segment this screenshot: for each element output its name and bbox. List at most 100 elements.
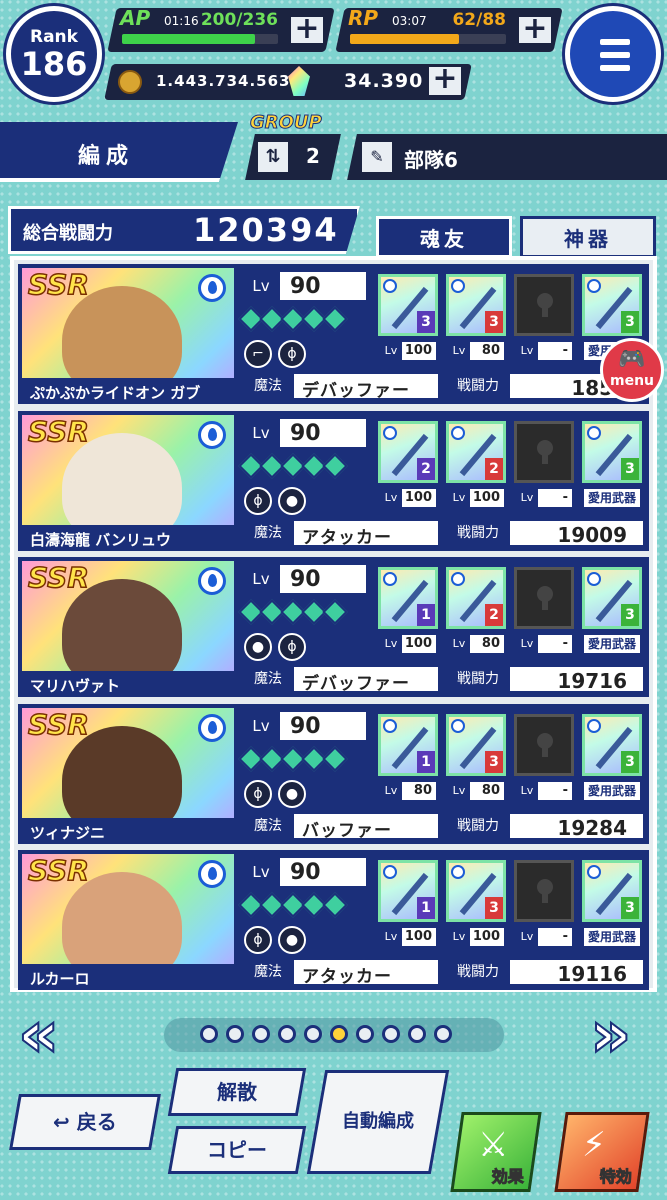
weapon-level: Lv - (514, 926, 574, 948)
awakening-stars (238, 599, 352, 625)
skill-icons: ϕ ● (244, 779, 312, 812)
equipment-slot[interactable]: 3 Lv 80 (446, 713, 506, 808)
disband-label: 解散 (217, 1080, 257, 1104)
equipment-slot[interactable]: Lv - (514, 860, 574, 954)
weapon-level: Lv 80 (446, 779, 506, 802)
weapon-level: Lv - (514, 779, 574, 802)
staff-icon: ϕ (278, 340, 306, 368)
equipment-slot[interactable]: 1 Lv 100 (378, 860, 438, 954)
lightning-icon: ⚡ (581, 1125, 606, 1165)
equipment-slot[interactable]: Lv - (514, 274, 574, 368)
skill-icons: ⌐ ϕ (244, 340, 312, 372)
equipment-slot[interactable]: 1 Lv 100 (378, 567, 438, 661)
weapon-frame: 3 (378, 274, 438, 336)
weapon-level-label: Lv (516, 781, 538, 800)
prev-page-arrow[interactable]: « (17, 1002, 82, 1068)
back-button[interactable]: ↩ 戻る (9, 1094, 161, 1150)
level-label: Lv (242, 711, 280, 740)
page-dot[interactable] (330, 1025, 348, 1043)
main-menu-button[interactable] (565, 6, 661, 102)
gold-coin-icon (118, 70, 142, 94)
weapon-level-label: Lv (380, 342, 402, 360)
ap-add-button[interactable]: + (288, 11, 326, 46)
weapon-level: Lv 100 (446, 486, 506, 509)
character-card[interactable]: SSR ぷかぷかライドオン ガブ Lv 90 ⌐ ϕ 魔法 デバッファー 戦闘力 … (18, 264, 649, 404)
weapon-level-value: 100 (404, 343, 432, 358)
card-power-box: 戦闘力 19284 (444, 811, 645, 840)
level-label: Lv (242, 272, 280, 300)
character-card[interactable]: SSR ルカーロ Lv 90 ϕ● 魔法 アタッカー 戦闘力 19116 1 (18, 850, 649, 990)
page-dot[interactable] (252, 1025, 270, 1043)
equipment-slot[interactable]: 3 Lv 100 (378, 274, 438, 368)
equipment-slot[interactable]: 2 Lv 100 (446, 420, 506, 515)
weapon-level: Lv 80 (378, 779, 438, 802)
keyhole-icon (537, 732, 553, 757)
back-label: 戻る (76, 1110, 117, 1134)
effect-label: 効果 (491, 1167, 524, 1187)
water-element-icon (587, 279, 601, 293)
page-dot[interactable] (226, 1025, 244, 1043)
equipment-slot[interactable]: 3 愛用武器 (582, 713, 642, 808)
page-dot[interactable] (382, 1025, 400, 1043)
rp-gauge (350, 34, 506, 44)
water-element-icon (383, 572, 397, 586)
staff-icon: ϕ (244, 926, 272, 954)
weapon-frame: 3 (582, 420, 642, 483)
character-card[interactable]: SSR マリハヴァト Lv 90 ● ϕ 魔法 デバッファー 戦闘力 19716 … (18, 557, 649, 697)
keyhole-icon (537, 586, 553, 610)
page-dot[interactable] (434, 1025, 452, 1043)
magic-type-value: バッファー (302, 820, 392, 841)
page-dot[interactable] (304, 1025, 322, 1043)
equipment-slot[interactable]: Lv - (514, 567, 574, 661)
level-box: Lv 90 (240, 709, 368, 742)
page-dot[interactable] (278, 1025, 296, 1043)
weapon-frame: 1 (378, 567, 438, 629)
auto-formation-button[interactable]: 自動編成 (306, 1070, 450, 1174)
equipment-slot[interactable]: 3 愛用武器 (582, 567, 642, 661)
page-dot[interactable] (356, 1025, 374, 1043)
next-page-arrow[interactable]: » (589, 1002, 654, 1068)
equipment-slot[interactable]: 2 Lv 100 (378, 420, 438, 515)
party-name-field[interactable]: ✎ 部隊6 (347, 134, 667, 180)
gem-add-button[interactable]: + (426, 61, 464, 98)
page-dot[interactable] (408, 1025, 426, 1043)
skill-icons: ϕ ● (244, 486, 312, 519)
equipment-slot[interactable]: 1 Lv 80 (378, 713, 438, 808)
weapon-level: Lv 100 (378, 486, 438, 509)
magic-type-box: 魔法 デバッファー (240, 665, 440, 694)
equipment-slot[interactable]: 2 Lv 80 (446, 567, 506, 661)
effect-button[interactable]: ⚔ 効果 (450, 1112, 542, 1192)
equipment-slot[interactable]: Lv - (514, 713, 574, 808)
awakening-stars (238, 892, 352, 918)
weapon-level-value: - (562, 489, 568, 505)
equipment-slot[interactable]: Lv - (514, 420, 574, 515)
level-label: Lv (242, 418, 280, 447)
rp-add-button[interactable]: + (516, 11, 554, 46)
water-element-icon (198, 860, 226, 888)
equipment-slot[interactable]: 3 Lv 100 (446, 860, 506, 954)
floating-menu-button[interactable]: 🎮 menu (600, 338, 664, 402)
equipment-slot[interactable]: 3 愛用武器 (582, 420, 642, 515)
level-value: 90 (290, 567, 321, 592)
disband-button[interactable]: 解散 (167, 1068, 307, 1116)
card-power-value: 19284 (557, 815, 627, 840)
page-dot[interactable] (200, 1025, 218, 1043)
pen-icon: ✎ (362, 142, 392, 172)
weapon-rank: 3 (485, 750, 503, 773)
weapon-rank: 3 (485, 311, 503, 333)
character-card[interactable]: SSR 白濤海龍 バンリュウ Lv 90 ϕ ● 魔法 アタッカー 戦闘力 190… (18, 410, 649, 551)
special-effect-button[interactable]: ⚡ 特効 (554, 1112, 650, 1192)
tab-divine-weapon[interactable]: 神器 (520, 216, 656, 258)
tab-soul-friend[interactable]: 魂友 (376, 216, 512, 258)
group-selector[interactable]: ⇅ 2 (245, 134, 341, 180)
equipment-slot[interactable]: 3 愛用武器 (582, 860, 642, 954)
rarity-badge: SSR (27, 561, 89, 595)
weapon-level-value: 100 (404, 489, 432, 505)
equipment-slot[interactable]: 3 Lv 80 (446, 274, 506, 368)
favorite-weapon-label: 愛用武器 (582, 779, 642, 802)
water-element-icon (587, 718, 601, 733)
ap-tag: AP (120, 6, 151, 30)
character-card[interactable]: SSR ツィナジニ Lv 90 ϕ● 魔法 バッファー 戦闘力 19284 1 (18, 703, 649, 844)
copy-button[interactable]: コピー (167, 1126, 307, 1174)
weapon-rank: 2 (485, 457, 503, 480)
